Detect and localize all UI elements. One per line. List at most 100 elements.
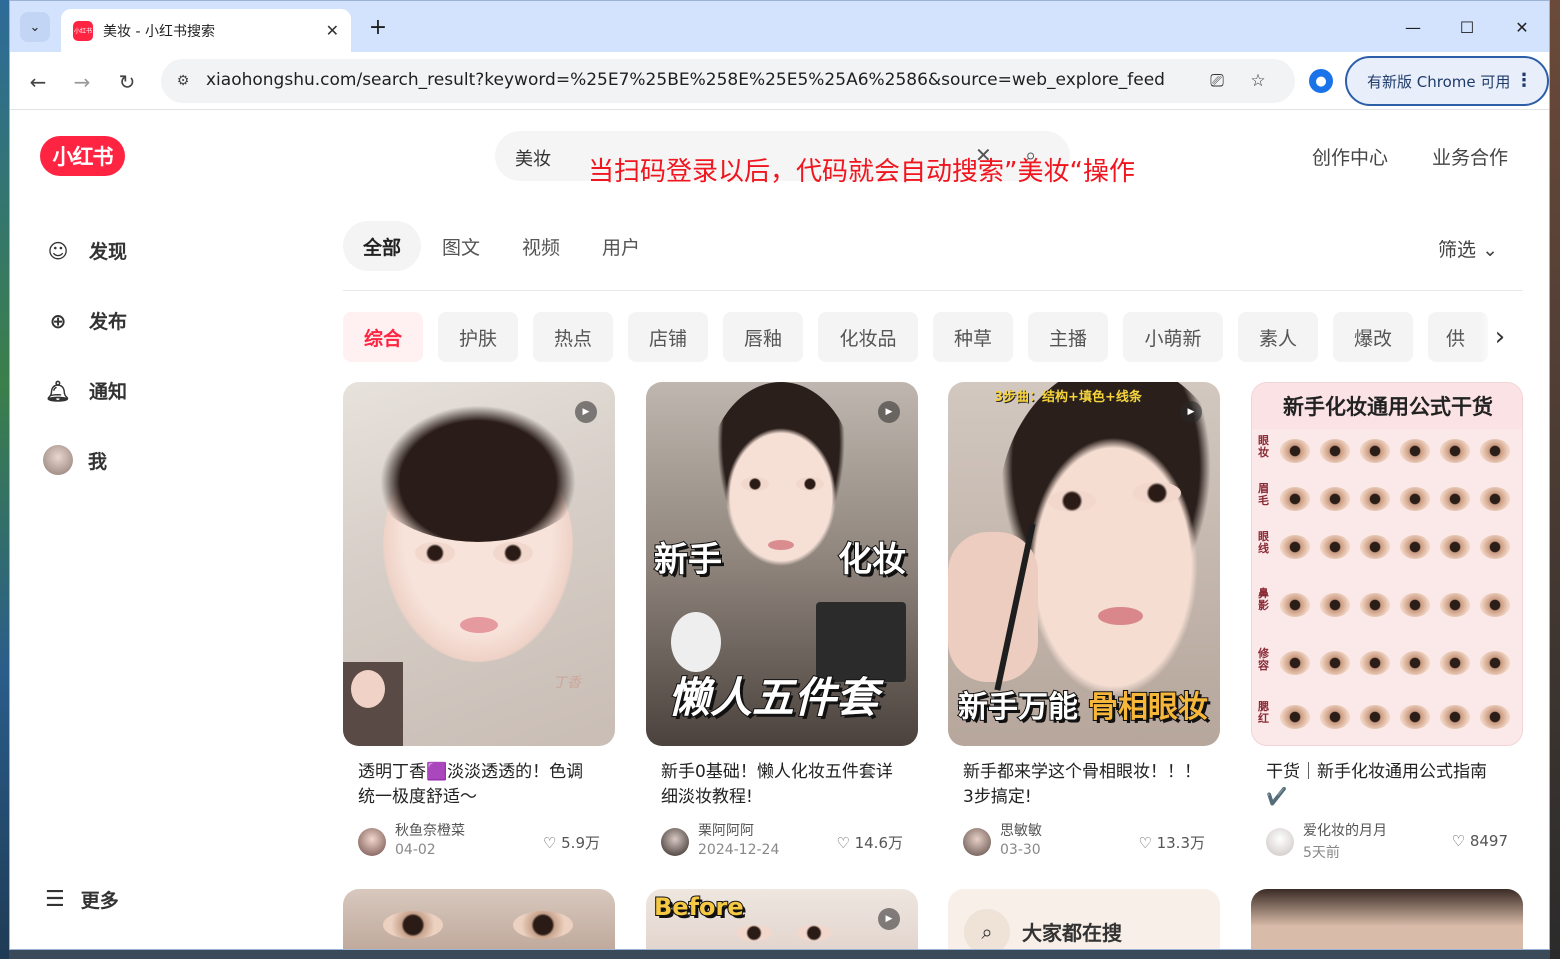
makeup-example-thumb — [1400, 705, 1430, 729]
heart-icon: ♡ — [1138, 834, 1152, 852]
tab-video[interactable]: 视频 — [502, 221, 580, 271]
overlay-text: Before — [653, 892, 745, 922]
minimize-button[interactable]: — — [1390, 11, 1436, 43]
card-title[interactable]: 透明丁香🟪淡淡透透的！色调统一极度舒适～ — [358, 760, 600, 810]
tab-strip: ⌄ 小红书 美妆 - 小红书搜索 ✕ + — ☐ ✕ — [10, 1, 1549, 52]
chevron-down-icon: ⌄ — [1482, 239, 1498, 261]
search-query[interactable]: 美妆 — [515, 145, 551, 171]
author-name[interactable]: 思敏敏 — [1000, 820, 1042, 840]
forward-button[interactable]: → — [68, 68, 96, 96]
chip[interactable]: 热点 — [533, 312, 613, 362]
note-card-cover[interactable] — [1251, 889, 1523, 949]
site-info-icon[interactable]: ⚙ — [173, 71, 193, 91]
bookmark-star-icon[interactable]: ☆ — [1248, 71, 1268, 91]
chip[interactable]: 店铺 — [628, 312, 708, 362]
hot-search-title: 大家都在搜 — [1022, 921, 1122, 945]
chip[interactable]: 素人 — [1238, 312, 1318, 362]
like-button[interactable]: ♡ 13.3万 — [1138, 832, 1205, 853]
reload-button[interactable]: ↻ — [113, 68, 141, 96]
heart-icon: ♡ — [542, 834, 557, 852]
new-tab-button[interactable]: + — [364, 13, 392, 41]
tab-image-text[interactable]: 图文 — [422, 221, 500, 271]
like-button[interactable]: ♡ 8497 — [1452, 832, 1508, 850]
sidebar-item-notify[interactable]: 🔔︎ 通知 — [45, 377, 127, 404]
makeup-example-thumb — [1360, 593, 1390, 617]
chrome-update-button[interactable]: 有新版 Chrome 可用 ⋮ — [1345, 56, 1549, 106]
install-app-icon[interactable]: ⎚ — [1207, 71, 1227, 91]
author-name[interactable]: 秋鱼奈橙菜 — [395, 820, 465, 840]
makeup-example-thumb — [1440, 651, 1470, 675]
sidebar-item-me[interactable]: 我 — [43, 445, 107, 475]
card-title[interactable]: 新手0基础！懒人化妆五件套详细淡妆教程! — [661, 760, 903, 810]
note-card[interactable]: 新手 化妆 懒人五件套 ▶ 新手0基础！懒人化妆五件套详细淡妆教程! 栗阿阿阿 … — [646, 382, 918, 860]
note-card[interactable]: 3步曲：结构+填色+线条 新手万能 骨相眼妆 ▶ 新手都来学这个骨相眼妆！！！3… — [948, 382, 1220, 860]
like-count: 13.3万 — [1156, 834, 1205, 852]
author-name[interactable]: 爱化妆的月月 — [1303, 820, 1387, 840]
card-title[interactable]: 干货｜新手化妆通用公式指南✔️ — [1266, 760, 1508, 810]
card-cover[interactable]: 3步曲：结构+填色+线条 新手万能 骨相眼妆 ▶ — [948, 382, 1220, 746]
heart-icon: ♡ — [1451, 832, 1466, 850]
makeup-example-thumb — [1440, 439, 1470, 463]
back-button[interactable]: ← — [24, 68, 52, 96]
tab-all[interactable]: 全部 — [343, 221, 422, 271]
makeup-example-thumb — [1440, 705, 1470, 729]
author-avatar[interactable] — [1266, 828, 1294, 856]
creator-center-link[interactable]: 创作中心 — [1312, 143, 1388, 170]
business-link[interactable]: 业务合作 — [1432, 143, 1508, 170]
note-card[interactable]: 丁香 ▶ 透明丁香🟪淡淡透透的！色调统一极度舒适～ 秋鱼奈橙菜 04-02 ♡ … — [343, 382, 615, 860]
browser-tab[interactable]: 小红书 美妆 - 小红书搜索 ✕ — [61, 9, 351, 52]
author-avatar[interactable] — [358, 828, 386, 856]
profile-icon[interactable]: ● — [1309, 69, 1333, 93]
card-cover[interactable]: 丁香 ▶ — [343, 382, 615, 746]
filter-button[interactable]: 筛选 ⌄ — [1438, 235, 1498, 262]
note-card-cover[interactable] — [343, 889, 615, 949]
chip[interactable]: 主播 — [1028, 312, 1108, 362]
play-icon: ▶ — [575, 401, 597, 423]
chip[interactable]: 爆改 — [1333, 312, 1413, 362]
chip[interactable]: 综合 — [343, 312, 423, 362]
chip[interactable]: 化妆品 — [818, 312, 918, 362]
site-logo[interactable]: 小红书 — [40, 136, 125, 176]
maximize-button[interactable]: ☐ — [1444, 11, 1490, 43]
chevron-right-icon[interactable]: › — [1480, 312, 1520, 362]
makeup-example-thumb — [1360, 439, 1390, 463]
author-name[interactable]: 栗阿阿阿 — [698, 820, 754, 840]
menu-dots-icon[interactable]: ⋮ — [1515, 70, 1533, 91]
more-button[interactable]: ☰ 更多 — [45, 886, 119, 913]
tab-users[interactable]: 用户 — [582, 221, 660, 271]
hot-search-card[interactable]: ⌕ 大家都在搜 — [948, 889, 1220, 949]
card-cover[interactable]: 新手 化妆 懒人五件套 ▶ — [646, 382, 918, 746]
makeup-example-thumb — [1280, 487, 1310, 511]
post-date: 2024-12-24 — [698, 842, 780, 858]
author-avatar[interactable] — [963, 828, 991, 856]
tab-search-button[interactable]: ⌄ — [20, 12, 50, 42]
close-window-button[interactable]: ✕ — [1499, 11, 1545, 43]
url-text[interactable]: xiaohongshu.com/search_result?keyword=%2… — [206, 70, 1165, 90]
play-icon: ▶ — [878, 908, 900, 930]
sidebar-label: 发现 — [89, 241, 128, 263]
makeup-example-thumb — [1400, 593, 1430, 617]
like-button[interactable]: ♡ 5.9万 — [543, 832, 600, 853]
close-tab-icon[interactable]: ✕ — [326, 21, 339, 40]
note-card[interactable]: 新手化妆通用公式干货 眼妆 眉毛 眼线 鼻影 修容 腮红 干货｜新手化妆通用公式… — [1251, 382, 1523, 861]
card-cover[interactable]: 新手化妆通用公式干货 眼妆 眉毛 眼线 鼻影 修容 腮红 — [1251, 382, 1523, 746]
update-label: 有新版 Chrome 可用 — [1367, 72, 1511, 91]
like-count: 14.6万 — [854, 834, 903, 852]
makeup-example-thumb — [1320, 593, 1350, 617]
filter-label: 筛选 — [1438, 239, 1477, 261]
makeup-example-thumb — [1280, 593, 1310, 617]
author-avatar[interactable] — [661, 828, 689, 856]
makeup-example-thumb — [1480, 535, 1510, 559]
chip[interactable]: 种草 — [933, 312, 1013, 362]
chip[interactable]: 小萌新 — [1123, 312, 1223, 362]
sidebar-item-discover[interactable]: ☺ 发现 — [45, 237, 127, 264]
address-bar[interactable]: ⚙ xiaohongshu.com/search_result?keyword=… — [161, 59, 1295, 103]
chip[interactable]: 供 — [1428, 312, 1488, 362]
like-button[interactable]: ♡ 14.6万 — [836, 832, 903, 853]
card-title[interactable]: 新手都来学这个骨相眼妆！！！3步搞定! — [963, 760, 1205, 810]
chip[interactable]: 唇釉 — [723, 312, 803, 362]
note-card-cover[interactable]: Before ▶ — [646, 889, 918, 949]
makeup-example-thumb — [1320, 439, 1350, 463]
sidebar-item-publish[interactable]: ⊕ 发布 — [45, 307, 127, 334]
chip[interactable]: 护肤 — [438, 312, 518, 362]
